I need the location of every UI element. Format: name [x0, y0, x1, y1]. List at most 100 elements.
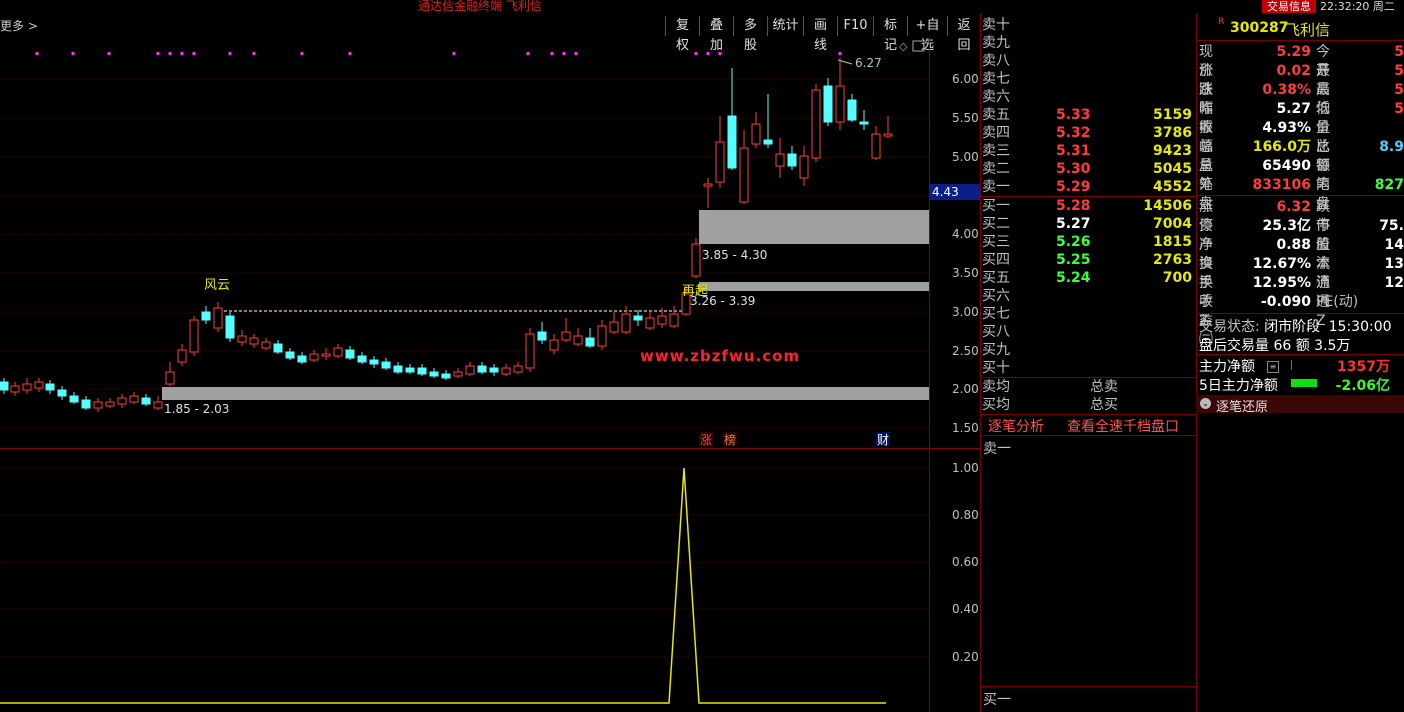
candle-body [165, 371, 175, 385]
candle-body [609, 321, 619, 333]
candle-body [537, 331, 547, 341]
candle-body [261, 341, 271, 349]
candle-body [129, 395, 139, 403]
zone-box-lower [162, 387, 929, 400]
candle-body [739, 147, 749, 203]
candle-body [775, 153, 785, 167]
ask-row: 卖四 5.32 3786 [982, 125, 1192, 141]
toolbar-multi-stock-button[interactable]: 多股 [733, 16, 767, 53]
ask-row: 卖七 [982, 71, 1010, 87]
signal-dot [252, 52, 256, 55]
main5-net-label: 5日主力净额 [1199, 378, 1278, 394]
candle-body [225, 315, 235, 339]
candle-body [441, 373, 451, 379]
candle-body [153, 401, 163, 409]
total-buy-label: 总买 [1090, 397, 1118, 413]
window-toggle-icon[interactable] [912, 40, 925, 52]
candle-body [835, 85, 845, 123]
indicator-tick: 0.60 [952, 555, 979, 569]
bid-row: 买五 5.24 700 [982, 270, 1192, 286]
trade-status-row: 交易状态: 闭市阶段 15:30:00 [1199, 319, 1392, 335]
zone-label-upper: 3.85 - 4.30 [702, 248, 767, 262]
candle-body [561, 331, 571, 341]
watermark: www.zbzfwu.com [640, 347, 801, 365]
after-hours-volume: 盘后交易量 66 额 3.5万 [1199, 338, 1351, 354]
toolbar-add-watchlist-button[interactable]: +自选 [907, 16, 947, 53]
bid-row: 买九 [982, 342, 1010, 358]
price-tick: 2.00 [952, 382, 979, 396]
candle-body [645, 317, 655, 329]
toolbar-stats-button[interactable]: 统计 [767, 16, 803, 36]
price-tick: 5.50 [952, 111, 979, 125]
candle-body [501, 367, 511, 375]
candle-body [273, 343, 283, 353]
annotation-fengyun: 风云 [204, 278, 230, 293]
toolbar-draw-button[interactable]: 画线 [803, 16, 837, 53]
candle-body [369, 359, 379, 365]
toolbar-fuquan-button[interactable]: 复权 [665, 16, 699, 53]
signal-dot [71, 52, 75, 55]
tab-tick-analysis[interactable]: 逐笔分析 [988, 416, 1044, 436]
kline-chart[interactable]: 6.00 5.50 5.00 4.00 3.50 3.00 2.50 2.00 … [0, 38, 980, 712]
bid-row: 买二 5.27 7004 [982, 216, 1192, 232]
candle-body [489, 367, 499, 373]
candle-body [621, 313, 631, 333]
signal-dot [550, 52, 554, 55]
toolbar-f10-button[interactable]: F10 [837, 16, 873, 36]
tick-restore-bar[interactable]: ⌄ 逐笔还原 [1196, 395, 1404, 415]
indicator-tick: 0.20 [952, 650, 979, 664]
toolbar-mark-button[interactable]: 标记 [873, 16, 907, 53]
candle-body [249, 337, 259, 345]
price-tick: 3.00 [952, 305, 979, 319]
toolbar-overlay-button[interactable]: 叠加 [699, 16, 733, 53]
signal-dot [228, 52, 232, 55]
candle-body [177, 349, 187, 363]
tick-restore-label: 逐笔还原 [1216, 400, 1269, 415]
diamond-icon[interactable]: ◇ [899, 40, 908, 53]
candle-body [141, 397, 151, 405]
tab-full-depth[interactable]: 查看全速千档盘口 [1067, 416, 1179, 436]
candle-body [751, 123, 761, 145]
main5-net-value: -2.06亿 [1335, 378, 1390, 394]
candle-body [417, 367, 427, 375]
candle-body [597, 325, 607, 347]
candle-body [309, 353, 319, 361]
candle-body [513, 365, 523, 373]
candle-body [799, 155, 809, 179]
signal-dot [180, 52, 184, 55]
trade-info-button[interactable]: 交易信息 [1262, 0, 1316, 13]
candle-body [465, 365, 475, 375]
candle-body [573, 335, 583, 345]
info-icon[interactable]: ≡ [1267, 361, 1279, 373]
more-link[interactable]: 更多 > [0, 17, 38, 34]
ask-row: 卖十 [982, 17, 1010, 33]
candle-body [657, 315, 667, 325]
candle-body [201, 311, 211, 321]
candle-body [883, 133, 893, 137]
candle-body [549, 339, 559, 351]
ask-row: 卖三 5.31 9423 [982, 143, 1192, 159]
marker-bang[interactable]: 榜 [724, 432, 736, 447]
toolbar-back-button[interactable]: 返回 [947, 16, 980, 53]
price-tick: 5.00 [952, 150, 979, 164]
indicator-line [0, 467, 886, 704]
indicator-tick: 0.40 [952, 602, 979, 616]
ask-row: 卖一 5.29 4552 [982, 179, 1192, 195]
signal-dot [694, 52, 698, 55]
title-bar: 通达信金融终端 飞利信 交易信息 22:32:20 周二 [0, 0, 1404, 13]
candle-body [525, 333, 535, 369]
candle-body [715, 141, 725, 183]
marker-zhang[interactable]: 涨 [700, 432, 712, 447]
candle-body [69, 395, 79, 403]
zone-box-upper [699, 210, 929, 244]
candle-body [10, 385, 20, 393]
marker-cai[interactable]: 财 [877, 433, 889, 447]
signal-dot [35, 52, 39, 55]
zone-label-lower: 1.85 - 2.03 [164, 402, 229, 416]
price-tick: 1.50 [952, 421, 979, 435]
bid-row: 买一 5.28 14506 [982, 198, 1192, 214]
indicator-tick: 1.00 [952, 461, 979, 475]
chevron-down-icon[interactable]: ⌄ [1200, 398, 1211, 409]
stock-code: 300287 [1230, 20, 1289, 36]
candle-body [859, 121, 869, 125]
